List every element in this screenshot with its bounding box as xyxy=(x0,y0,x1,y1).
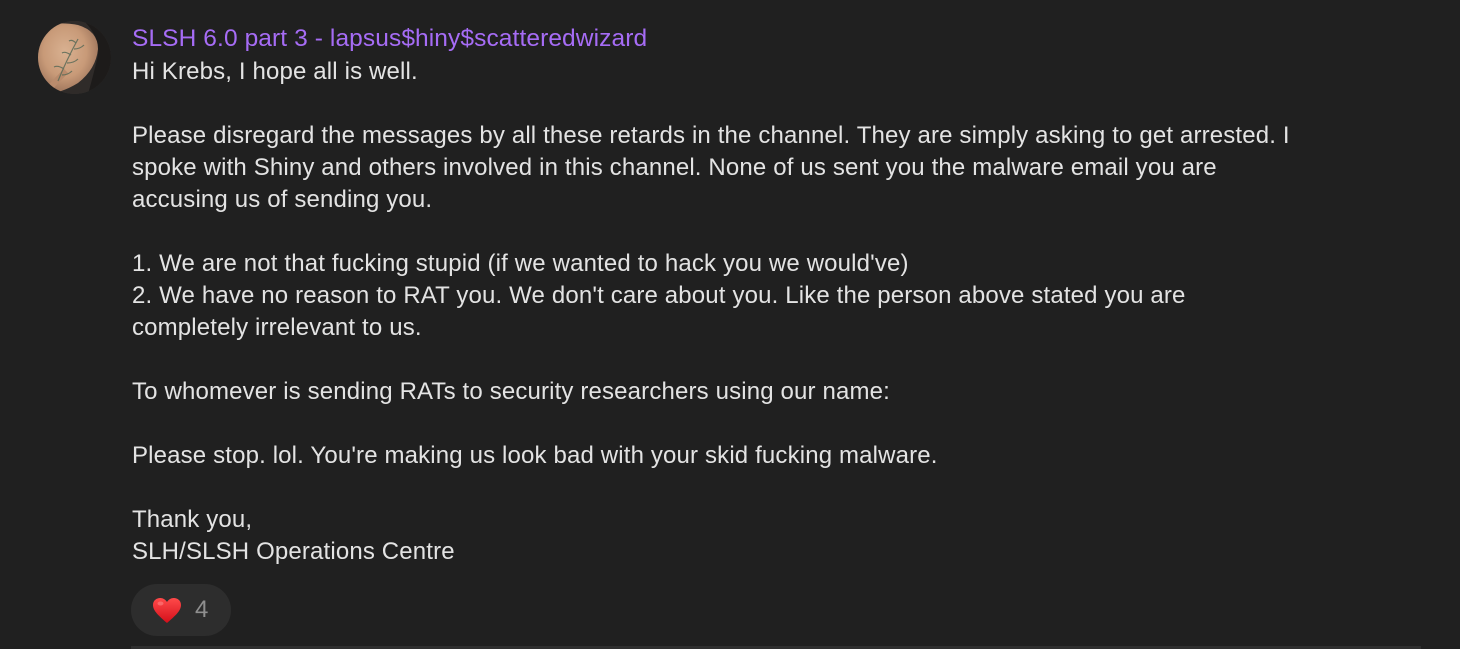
message-body: Hi Krebs, I hope all is well. Please dis… xyxy=(132,56,1442,568)
avatar[interactable] xyxy=(38,21,111,94)
message-paragraph: Hi Krebs, I hope all is well. xyxy=(132,56,1442,88)
message-paragraph: 1. We are not that fucking stupid (if we… xyxy=(132,248,1442,344)
message-line: 1. We are not that fucking stupid (if we… xyxy=(132,250,909,277)
message-paragraph: To whomever is sending RATs to security … xyxy=(132,376,1442,408)
reaction-button[interactable]: 4 xyxy=(131,584,231,636)
message-paragraph: Please stop. lol. You're making us look … xyxy=(132,440,1442,472)
message-line: Thank you, xyxy=(132,506,253,533)
author-name[interactable]: SLSH 6.0 part 3 - lapsus$hiny$scatteredw… xyxy=(132,22,1442,56)
message-line: spoke with Shiny and others involved in … xyxy=(132,154,1217,181)
reaction-count: 4 xyxy=(195,596,209,623)
message-line: Hi Krebs, I hope all is well. xyxy=(132,58,418,85)
red-heart-icon xyxy=(152,596,182,624)
message-paragraph: Please disregard the messages by all the… xyxy=(132,120,1442,216)
message-line: completely irrelevant to us. xyxy=(132,314,422,341)
message-line: SLH/SLSH Operations Centre xyxy=(132,538,455,565)
message-paragraph: Thank you, SLH/SLSH Operations Centre xyxy=(132,504,1442,568)
message-line: Please disregard the messages by all the… xyxy=(132,122,1290,149)
tattooed-hand-avatar-icon xyxy=(38,21,111,94)
message-line: To whomever is sending RATs to security … xyxy=(132,378,890,405)
chat-message: SLSH 6.0 part 3 - lapsus$hiny$scatteredw… xyxy=(0,0,1460,649)
message-content: SLSH 6.0 part 3 - lapsus$hiny$scatteredw… xyxy=(132,22,1442,568)
message-line: 2. We have no reason to RAT you. We don'… xyxy=(132,282,1186,309)
message-line: Please stop. lol. You're making us look … xyxy=(132,442,938,469)
message-line: accusing us of sending you. xyxy=(132,186,433,213)
